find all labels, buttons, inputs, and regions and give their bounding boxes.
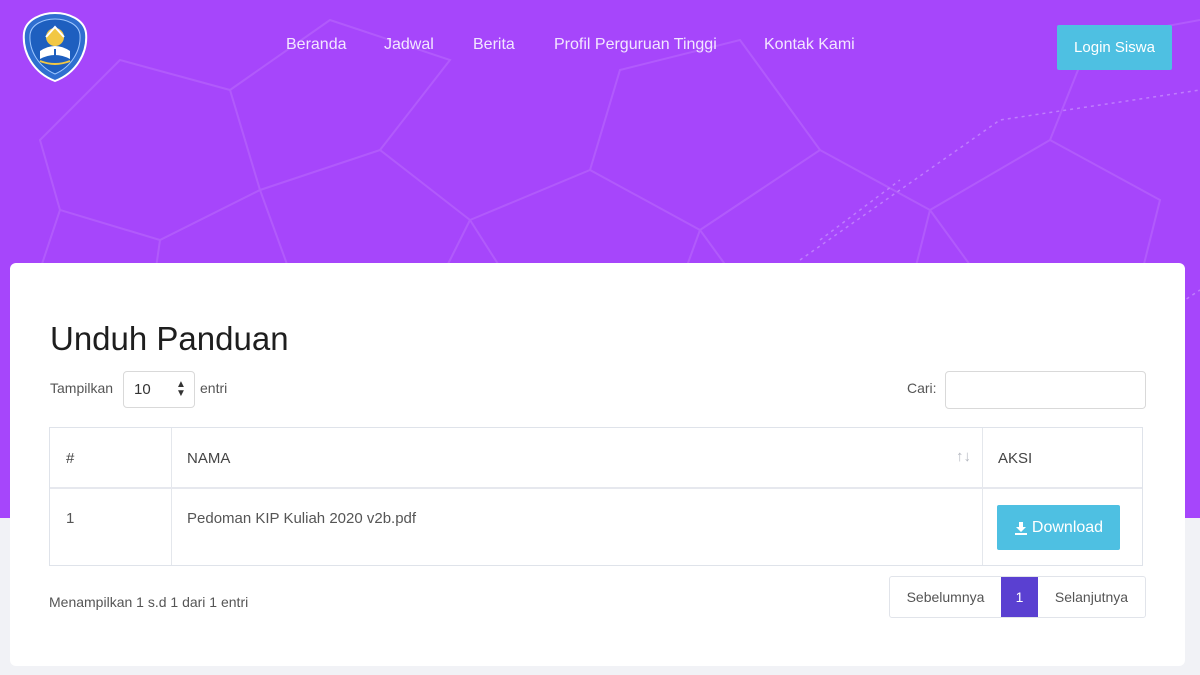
entries-per-page-value: 10: [134, 381, 151, 398]
nav-link-berita[interactable]: Berita: [473, 36, 515, 54]
search-input[interactable]: [945, 371, 1146, 409]
pagination-next[interactable]: Selanjutnya: [1038, 577, 1145, 617]
select-arrows-icon: ▲ ▼: [176, 379, 186, 399]
nav-link-beranda[interactable]: Beranda: [286, 36, 347, 54]
search-label: Cari:: [907, 380, 937, 396]
download-button[interactable]: Download: [997, 505, 1120, 550]
nav-link-jadwal[interactable]: Jadwal: [384, 36, 434, 54]
length-prefix-label: Tampilkan: [50, 380, 114, 396]
header-divider: [50, 487, 1142, 489]
pagination: Sebelumnya 1 Selanjutnya: [889, 576, 1146, 618]
download-icon: [1014, 521, 1027, 535]
row-file-name: Pedoman KIP Kuliah 2020 v2b.pdf: [187, 510, 417, 527]
column-header-number[interactable]: #: [66, 450, 74, 467]
table-info-text: Menampilkan 1 s.d 1 dari 1 entri: [49, 594, 249, 610]
sort-ascending-icon[interactable]: ↑↓: [956, 448, 971, 465]
length-suffix-label: entri: [200, 380, 228, 396]
nav-link-kontak-kami[interactable]: Kontak Kami: [764, 36, 855, 54]
column-divider: [171, 428, 172, 565]
entries-per-page-select[interactable]: 10 ▲ ▼: [123, 371, 195, 408]
pagination-previous[interactable]: Sebelumnya: [890, 577, 1001, 617]
pagination-page-1[interactable]: 1: [1001, 577, 1038, 617]
download-guide-card: Unduh Panduan Tampilkan 10 ▲ ▼ entri Cari…: [10, 263, 1185, 666]
nav-links: Beranda Jadwal Berita Profil Perguruan T…: [0, 36, 1200, 60]
download-button-label: Download: [1031, 518, 1104, 536]
guide-table: # NAMA ↑↓ AKSI 1 Pedoman KIP Kuliah 2020…: [49, 427, 1143, 566]
column-header-aksi: AKSI: [998, 450, 1033, 467]
navbar: Beranda Jadwal Berita Profil Perguruan T…: [0, 0, 1200, 100]
column-divider: [982, 428, 983, 565]
nav-link-profil-perguruan-tinggi[interactable]: Profil Perguruan Tinggi: [554, 36, 717, 54]
row-number: 1: [66, 510, 75, 527]
column-header-nama[interactable]: NAMA: [187, 450, 230, 467]
page-title: Unduh Panduan: [50, 320, 289, 357]
login-siswa-button[interactable]: Login Siswa: [1057, 25, 1172, 70]
